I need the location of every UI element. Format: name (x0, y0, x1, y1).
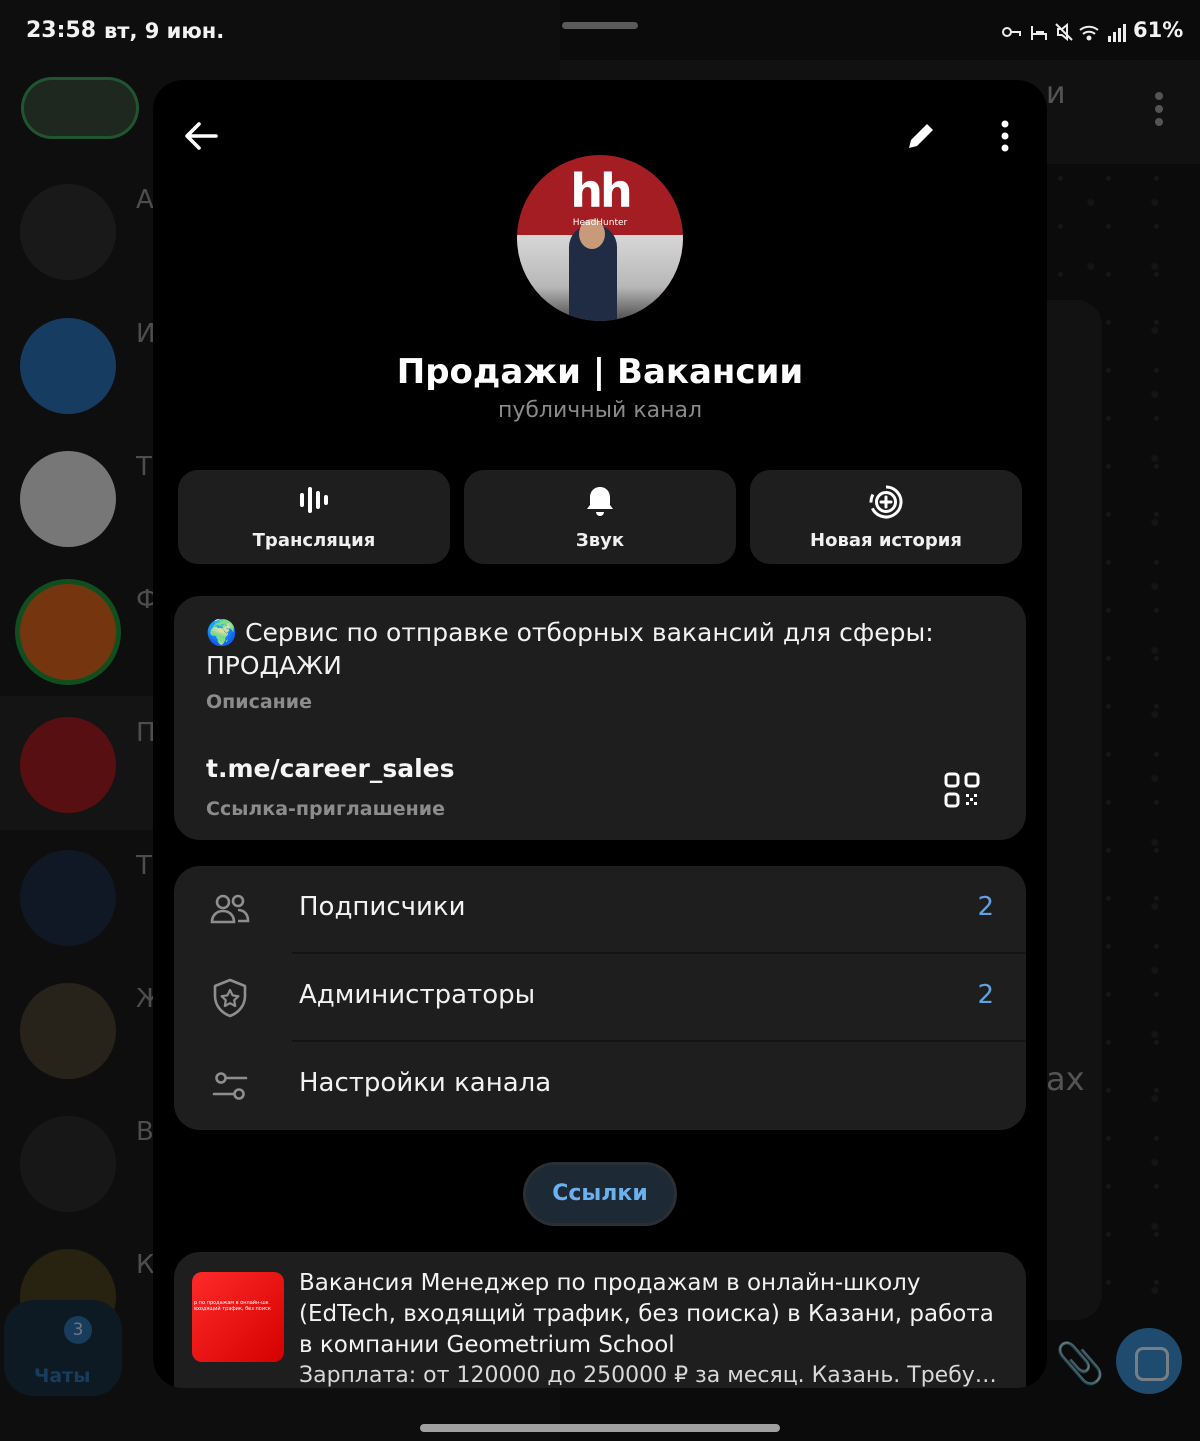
arrow-left-icon (185, 122, 218, 150)
administrators-count: 2 (977, 980, 994, 1010)
home-gesture-bar[interactable] (420, 1424, 780, 1432)
edit-button[interactable] (893, 108, 949, 164)
subscribers-row[interactable]: Подписчики 2 (174, 866, 1026, 954)
system-status-icons (1002, 22, 1126, 42)
post-title: Вакансия Менеджер по продажам в онлайн-ш… (299, 1270, 994, 1358)
sound-button[interactable]: Звук (464, 470, 736, 564)
settings-sliders-icon (212, 1072, 248, 1100)
more-vertical-icon (1001, 120, 1009, 152)
sound-label: Звук (575, 530, 625, 551)
description-label: Описание (206, 691, 313, 713)
links-tab[interactable]: Ссылки (526, 1165, 674, 1223)
admin-shield-icon (213, 978, 247, 1018)
channel-management-list: Подписчики 2 Администраторы 2 Настройки … (174, 866, 1026, 1130)
status-date: вт, 9 июн. (104, 19, 225, 43)
link-post-item[interactable]: р по продажам в онлайн-шк входящий трафи… (174, 1252, 1026, 1388)
add-story-icon (869, 485, 903, 519)
channel-description: 🌍 Сервис по отправке отборных вакансий д… (206, 618, 934, 680)
pencil-icon (909, 124, 933, 148)
channel-title: Продажи | Вакансии (396, 352, 804, 392)
administrators-row[interactable]: Администраторы 2 (174, 954, 1026, 1042)
more-options-button[interactable] (977, 108, 1033, 164)
administrators-label: Администраторы (299, 980, 536, 1010)
bell-icon (587, 487, 613, 516)
status-time: 23:58 (26, 18, 97, 43)
hh-logo-icon: hh HeadHunter (570, 164, 633, 228)
drag-handle[interactable] (562, 22, 638, 29)
battery-level: 61% (1133, 18, 1184, 42)
post-thumbnail: р по продажам в онлайн-шк входящий трафи… (192, 1272, 284, 1362)
livestream-icon (300, 487, 328, 513)
status-icons (1000, 20, 1126, 49)
back-button[interactable] (173, 108, 229, 164)
new-story-label: Новая история (810, 530, 962, 551)
svg-text:HeadHunter: HeadHunter (573, 218, 628, 228)
svg-text:hh: hh (570, 164, 630, 218)
status-bar: 23:58 вт, 9 июн. 61% (0, 0, 1200, 62)
subscribers-icon (210, 894, 250, 924)
invite-link-label: Ссылка-приглашение (206, 798, 446, 820)
channel-settings-row[interactable]: Настройки канала (174, 1042, 1026, 1130)
subscribers-count: 2 (977, 892, 994, 922)
channel-info-card: 🌍 Сервис по отправке отборных вакансий д… (174, 596, 1026, 840)
channel-avatar[interactable]: hh HeadHunter (517, 155, 683, 321)
post-description: Зарплата: от 120000 до 250000 ₽ за месяц… (299, 1363, 1009, 1388)
livestream-label: Трансляция (252, 530, 376, 551)
channel-type-label: публичный канал (497, 398, 703, 423)
channel-settings-label: Настройки канала (299, 1068, 552, 1098)
channel-link[interactable]: t.me/career_sales (206, 754, 455, 783)
channel-info-modal: hh HeadHunter Продажи | Вакансии публичн… (153, 80, 1047, 1388)
livestream-button[interactable]: Трансляция (178, 470, 450, 564)
qr-code-icon (944, 772, 980, 808)
new-story-button[interactable]: Новая история (750, 470, 1022, 564)
qr-code-button[interactable] (936, 764, 988, 816)
subscribers-label: Подписчики (299, 892, 466, 922)
thumbnail-text: р по продажам в онлайн-шк входящий трафи… (194, 1300, 271, 1312)
